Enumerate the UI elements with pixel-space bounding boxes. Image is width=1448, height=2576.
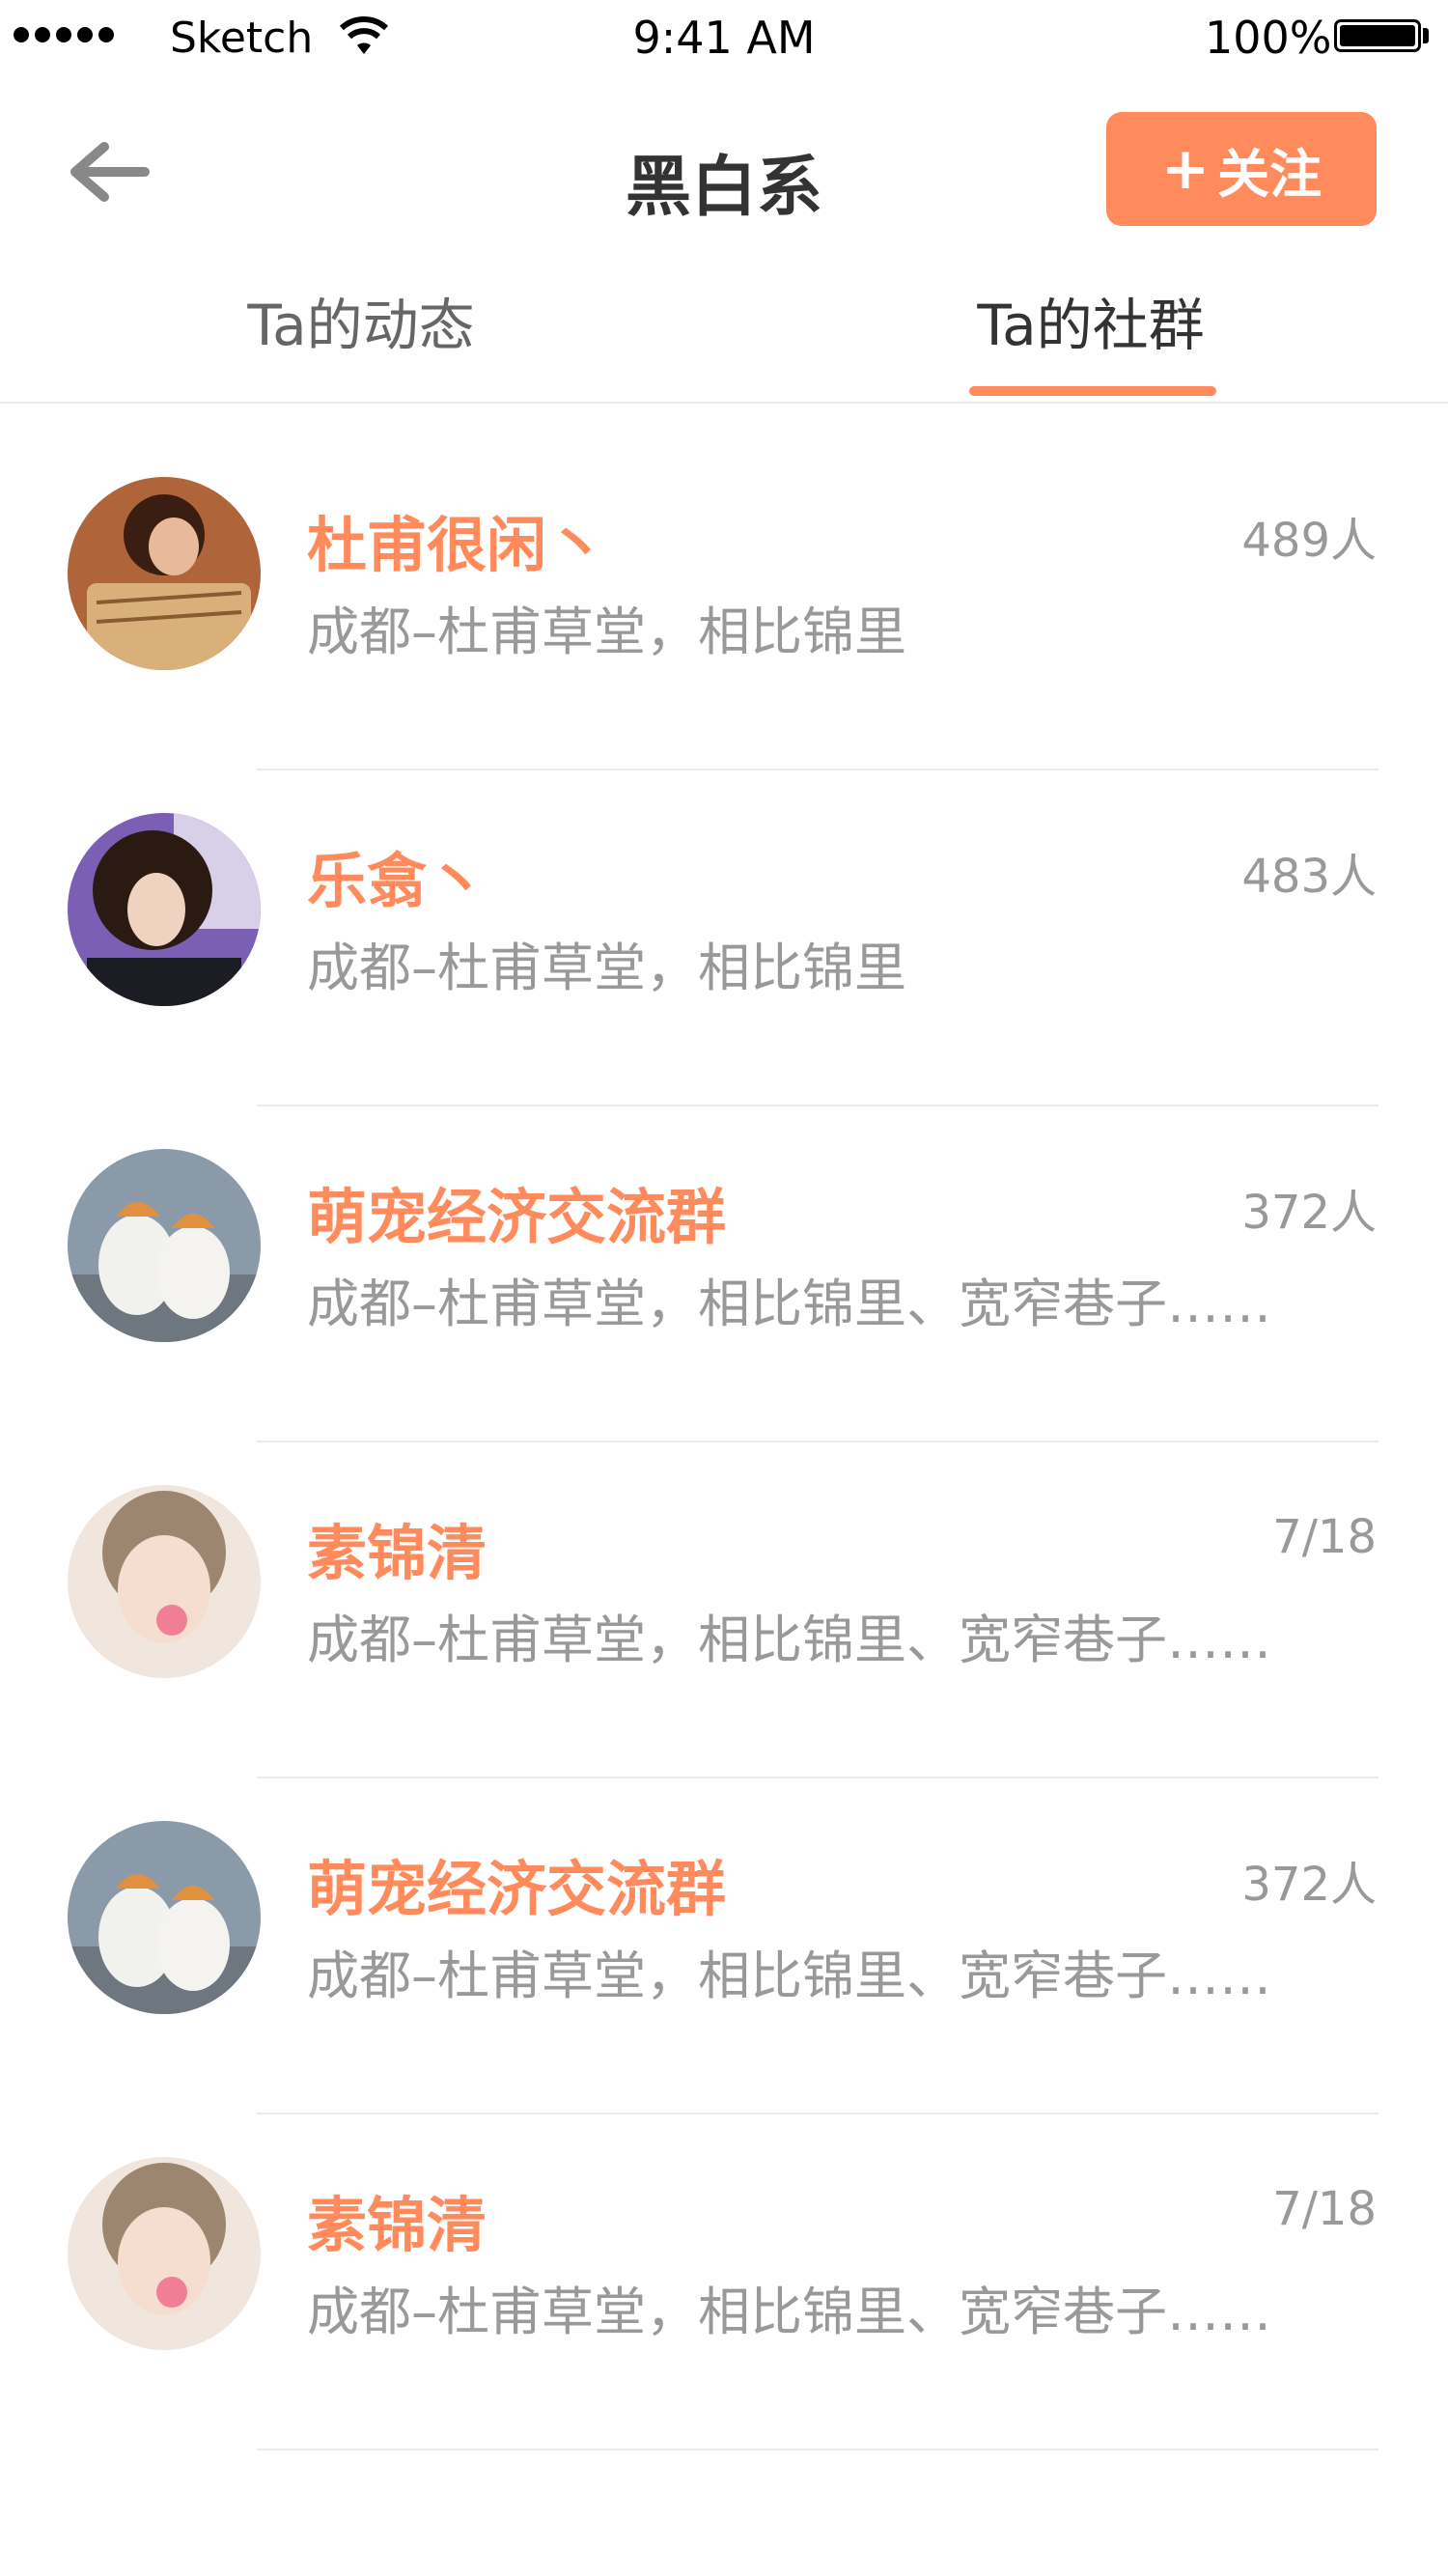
group-description: 成都–杜甫草堂，相比锦里、宽窄巷子…… (307, 1274, 1271, 1334)
group-list: 杜甫很闲丶 489人 成都–杜甫草堂，相比锦里 乐翕丶 483人 成都–杜甫草堂… (0, 434, 1448, 2450)
avatar (68, 1821, 261, 2014)
follow-button-label: 关注 (1217, 143, 1323, 205)
group-name: 杜甫很闲丶 (307, 510, 607, 580)
divider (257, 2449, 1378, 2450)
tab-communities[interactable]: Ta的社群 (849, 280, 1332, 361)
nav-bar: 黑白系 + 关注 (0, 77, 1448, 251)
group-description: 成都–杜甫草堂，相比锦里 (307, 938, 906, 998)
group-description: 成都–杜甫草堂，相比锦里 (307, 602, 906, 662)
list-item[interactable]: 素锦清 7/18 成都–杜甫草堂，相比锦里、宽窄巷子…… (0, 1442, 1448, 1778)
avatar (68, 1149, 261, 1342)
list-item[interactable]: 乐翕丶 483人 成都–杜甫草堂，相比锦里 (0, 770, 1448, 1106)
active-tab-indicator (969, 386, 1216, 396)
member-count: 372人 (1241, 1858, 1377, 1912)
member-count: 7/18 (1272, 2182, 1377, 2236)
list-item[interactable]: 素锦清 7/18 成都–杜甫草堂，相比锦里、宽窄巷子…… (0, 2114, 1448, 2450)
battery-icon (1334, 19, 1421, 52)
tab-dynamics[interactable]: Ta的动态 (120, 280, 602, 361)
avatar (68, 1485, 261, 1678)
group-name: 素锦清 (307, 2190, 487, 2260)
group-name: 萌宠经济交流群 (307, 1854, 727, 1924)
battery-percent: 100% (1205, 12, 1332, 64)
group-name: 萌宠经济交流群 (307, 1182, 727, 1252)
battery-cap (1423, 28, 1429, 43)
member-count: 489人 (1241, 514, 1377, 568)
status-bar: Sketch 9:41 AM 100% (0, 0, 1448, 77)
tab-bar: Ta的动态 Ta的社群 (0, 280, 1448, 404)
group-name: 乐翕丶 (307, 846, 487, 916)
group-description: 成都–杜甫草堂，相比锦里、宽窄巷子…… (307, 2282, 1271, 2342)
list-item[interactable]: 杜甫很闲丶 489人 成都–杜甫草堂，相比锦里 (0, 434, 1448, 770)
avatar (68, 813, 261, 1006)
member-count: 372人 (1241, 1186, 1377, 1240)
group-description: 成都–杜甫草堂，相比锦里、宽窄巷子…… (307, 1610, 1271, 1670)
group-description: 成都–杜甫草堂，相比锦里、宽窄巷子…… (307, 1946, 1271, 2006)
list-item[interactable]: 萌宠经济交流群 372人 成都–杜甫草堂，相比锦里、宽窄巷子…… (0, 1106, 1448, 1442)
member-count: 7/18 (1272, 1510, 1377, 1564)
follow-button[interactable]: + 关注 (1106, 112, 1377, 226)
avatar (68, 2157, 261, 2350)
member-count: 483人 (1241, 850, 1377, 904)
plus-icon: + (1160, 135, 1211, 203)
avatar (68, 477, 261, 670)
group-name: 素锦清 (307, 1518, 487, 1588)
list-item[interactable]: 萌宠经济交流群 372人 成都–杜甫草堂，相比锦里、宽窄巷子…… (0, 1778, 1448, 2114)
